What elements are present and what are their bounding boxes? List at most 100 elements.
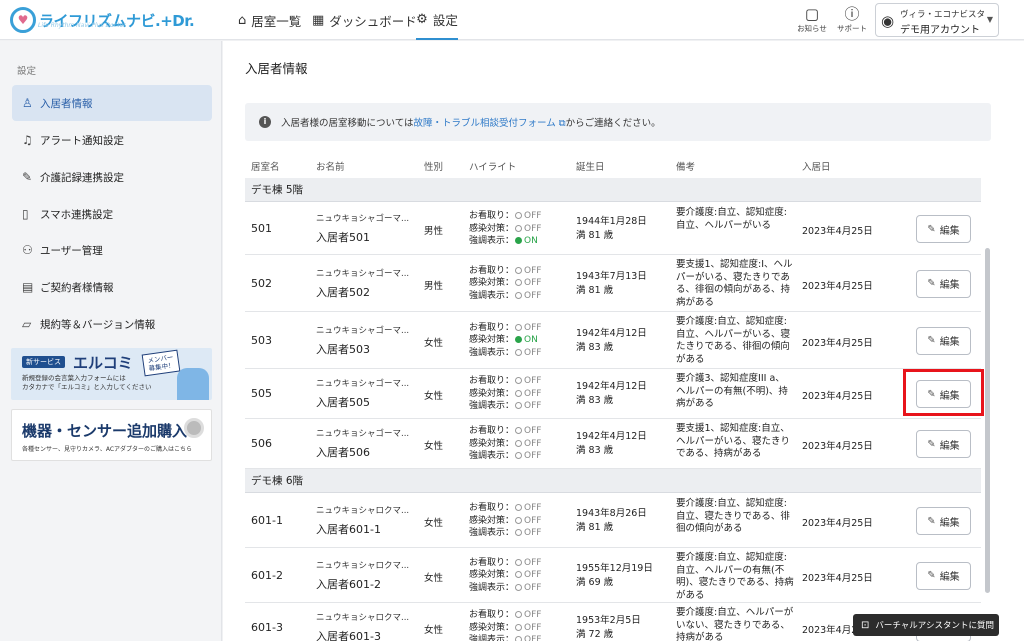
highlight-line: 強調表示： OFF bbox=[469, 582, 541, 595]
nav-room-list[interactable]: ⌂ 居室一覧 bbox=[238, 0, 301, 40]
birthday-cell: 1942年4月12日満 83 歳 bbox=[576, 327, 647, 355]
support-button[interactable]: ⓘ サポート bbox=[836, 5, 868, 34]
circle-icon bbox=[515, 389, 523, 397]
support-label: サポート bbox=[837, 24, 867, 33]
highlight-state: OFF bbox=[524, 401, 542, 411]
sidebar-item-smartphone[interactable]: ▯ スマホ連携設定 bbox=[12, 196, 212, 232]
edit-button[interactable]: ✎編集 bbox=[916, 215, 971, 243]
edit-button[interactable]: ✎編集 bbox=[916, 269, 971, 298]
elcomi-banner[interactable]: 新サービス エルコミ 新規登録の会言葉入力フォームには カタカナで「エルコミ」と… bbox=[11, 348, 212, 400]
circle-icon bbox=[515, 377, 523, 384]
note-cell: 要支援1、認知症度:自立、ヘルパーがいる、寝たきりである、持病がある bbox=[676, 423, 791, 459]
sidebar-item-label: ユーザー管理 bbox=[40, 244, 103, 257]
pencil-icon: ✎ bbox=[927, 278, 936, 289]
circle-icon bbox=[515, 224, 523, 232]
highlight-label: 感染対策： bbox=[469, 388, 515, 399]
device-purchase-banner[interactable]: 機器・センサー追加購入 各種センサー、見守りカメラ、ACアダプターのご購入はこち… bbox=[11, 409, 212, 461]
highlight-line: お看取り： OFF bbox=[469, 210, 541, 223]
room-name: 505 bbox=[251, 387, 272, 400]
resident-kana: ニュウキョシャロクマ... bbox=[316, 506, 410, 516]
highlight-state: OFF bbox=[524, 388, 542, 399]
app-logo[interactable]: ♥ ライフリズムナビ.+Dr. bbox=[10, 6, 195, 34]
notice-text: 入居者様の居室移動については bbox=[281, 118, 414, 129]
move-in-date: 2023年4月25日 bbox=[802, 226, 873, 237]
header-room[interactable]: 居室名 bbox=[251, 159, 280, 173]
highlight-label: 強調表示： bbox=[469, 582, 515, 593]
sidebar-item-terms[interactable]: ▱ 規約等＆バージョン情報 bbox=[12, 306, 212, 342]
nav-settings[interactable]: ⚙ 設定 bbox=[416, 0, 458, 40]
circle-icon bbox=[515, 266, 523, 274]
highlight-line: 感染対策： OFF bbox=[469, 515, 541, 528]
highlight-label: 感染対策： bbox=[469, 335, 515, 345]
notifications-button[interactable]: ▢ お知らせ bbox=[796, 5, 828, 34]
pencil-icon: ✎ bbox=[927, 438, 936, 450]
circle-icon bbox=[515, 291, 523, 299]
note-cell: 要介護度:自立、認知症度:自立、ヘルパーの有無(不明)、寝たきりである、持病があ… bbox=[676, 552, 794, 601]
highlight-state: OFF bbox=[524, 426, 542, 436]
age: 満 83 歳 bbox=[576, 395, 614, 406]
sidebar-item-alerts[interactable]: ♫ アラート通知設定 bbox=[12, 122, 212, 158]
resident-kana: ニュウキョシャゴーマ... bbox=[316, 429, 410, 439]
note-cell: 要介護度:自立、認知症度:自立、ヘルパーがいる bbox=[676, 207, 787, 231]
highlight-label: お看取り： bbox=[469, 265, 515, 276]
header-note[interactable]: 備考 bbox=[676, 159, 695, 173]
edit-label: 編集 bbox=[939, 225, 960, 237]
header-name[interactable]: お名前 bbox=[316, 159, 345, 173]
sidebar-item-users[interactable]: ⚇ ユーザー管理 bbox=[12, 232, 212, 268]
check-circle-icon bbox=[515, 237, 523, 244]
scrollbar[interactable] bbox=[985, 248, 990, 593]
edit-button[interactable]: ✎編集 bbox=[916, 507, 971, 535]
camera-icon bbox=[184, 418, 204, 438]
edit-label: 編集 bbox=[939, 517, 960, 529]
edit-button[interactable]: ✎編集 bbox=[916, 561, 971, 590]
resident-kana: ニュウキョシャゴーマ... bbox=[316, 325, 410, 336]
move-in-date: 2023年4月25日 bbox=[802, 518, 873, 529]
note-cell: 要介護3、認知症度III a、ヘルパーの有無(不明)、持病がある bbox=[676, 373, 788, 409]
archive-icon: ▤ bbox=[22, 280, 34, 294]
support-form-link[interactable]: 故障・トラブル相談受付フォーム ⧉ bbox=[414, 115, 566, 129]
virtual-assistant-button[interactable]: ⊡ バーチャルアシスタントに質問 bbox=[853, 614, 999, 636]
pencil-icon: ✎ bbox=[927, 570, 936, 581]
highlight-label: 感染対策： bbox=[469, 223, 515, 234]
edit-button[interactable]: ✎編集 bbox=[916, 326, 971, 355]
header-move-in[interactable]: 入居日 bbox=[802, 159, 831, 173]
highlight-label: 感染対策： bbox=[469, 570, 515, 580]
account-name: デモ用アカウント bbox=[900, 25, 980, 36]
header-highlight[interactable]: ハイライト bbox=[469, 159, 516, 173]
highlight-state: OFF bbox=[524, 223, 542, 234]
room-name: 501 bbox=[251, 222, 272, 235]
highlight-label: お看取り： bbox=[469, 376, 515, 386]
birth-date: 1943年7月13日 bbox=[576, 270, 647, 282]
resident-name: 入居者601-1 bbox=[316, 523, 381, 536]
header-birthday[interactable]: 誕生日 bbox=[576, 159, 605, 173]
sidebar-item-residents[interactable]: ♙ 入居者情報 bbox=[12, 85, 212, 121]
phone-icon: ▯ bbox=[22, 207, 29, 221]
account-menu[interactable]: ◉ ヴィラ・エコナビスタ デモ用アカウント ▼ bbox=[875, 3, 999, 37]
highlight-label: 強調表示： bbox=[469, 236, 515, 246]
sidebar-item-care-records[interactable]: ✎ 介護記録連携設定 bbox=[12, 159, 212, 195]
highlight-state: ON bbox=[524, 236, 538, 246]
move-in-date: 2023年4月25日 bbox=[802, 572, 873, 584]
resident-name: 入居者506 bbox=[316, 446, 370, 459]
highlight-state: ON bbox=[524, 335, 538, 345]
info-notice: i 入居者様の居室移動については 故障・トラブル相談受付フォーム ⧉ からご連絡… bbox=[245, 103, 991, 141]
highlight-state: OFF bbox=[524, 438, 542, 449]
circle-icon bbox=[515, 529, 523, 536]
sidebar-item-contract[interactable]: ▤ ご契約者様情報 bbox=[12, 269, 212, 305]
move-in-date: 2023年4月25日 bbox=[802, 441, 873, 452]
highlight-label: 強調表示： bbox=[469, 528, 515, 538]
nav-dashboard[interactable]: ▦ ダッシュボード bbox=[312, 0, 417, 40]
resident-sex: 女性 bbox=[424, 518, 444, 529]
logo-mark-icon: ♥ bbox=[10, 7, 36, 33]
highlight-line: お看取り： OFF bbox=[469, 609, 541, 622]
edit-button[interactable]: ✎編集 bbox=[916, 430, 971, 458]
age: 満 72 歳 bbox=[576, 629, 614, 640]
age: 満 81 歳 bbox=[576, 230, 614, 241]
highlight-line: お看取り： OFF bbox=[469, 502, 541, 515]
birthday-cell: 1943年7月13日満 81 歳 bbox=[576, 270, 647, 298]
birthday-cell: 1953年2月5日満 72 歳 bbox=[576, 614, 641, 641]
grid-icon: ▦ bbox=[312, 12, 325, 28]
age: 満 81 歳 bbox=[576, 522, 614, 533]
birthday-cell: 1943年8月26日満 81 歳 bbox=[576, 507, 647, 535]
header-sex[interactable]: 性別 bbox=[424, 159, 443, 173]
